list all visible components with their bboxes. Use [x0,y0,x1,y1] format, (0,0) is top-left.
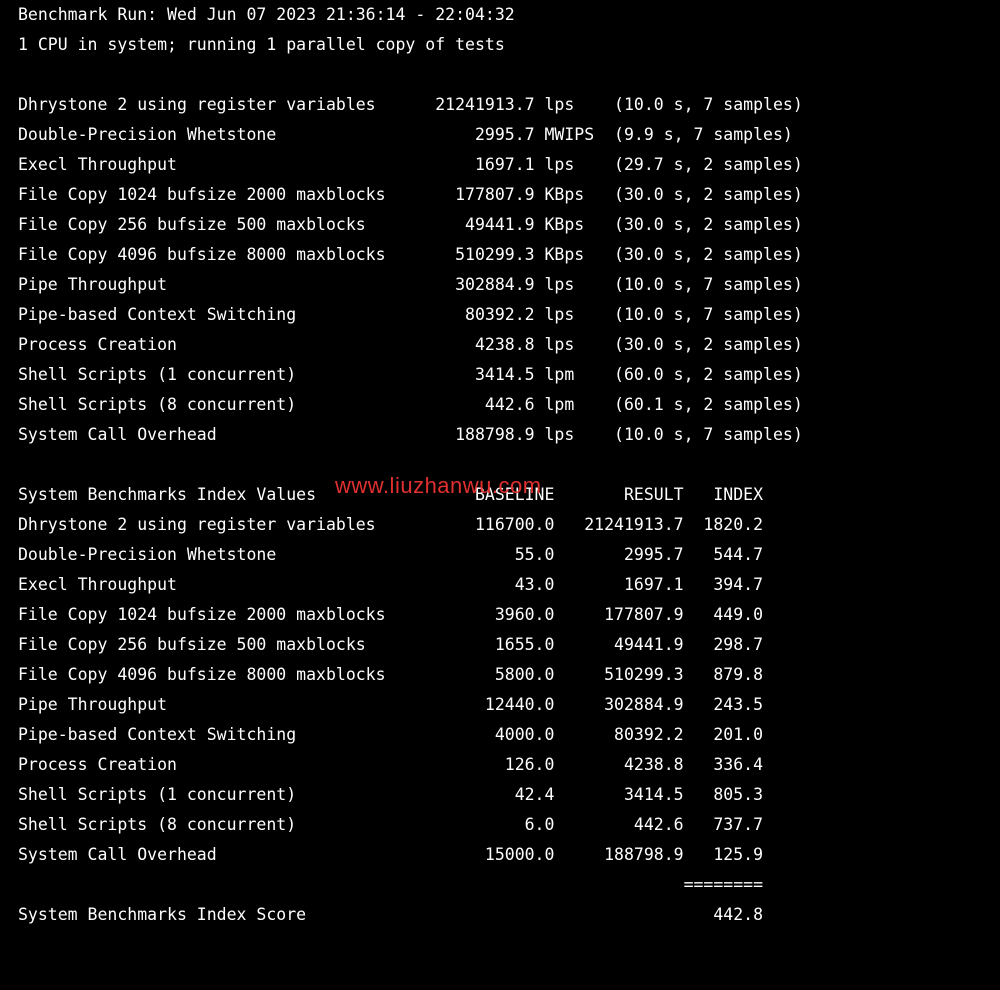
terminal-output: Benchmark Run: Wed Jun 07 2023 21:36:14 … [0,0,1000,990]
